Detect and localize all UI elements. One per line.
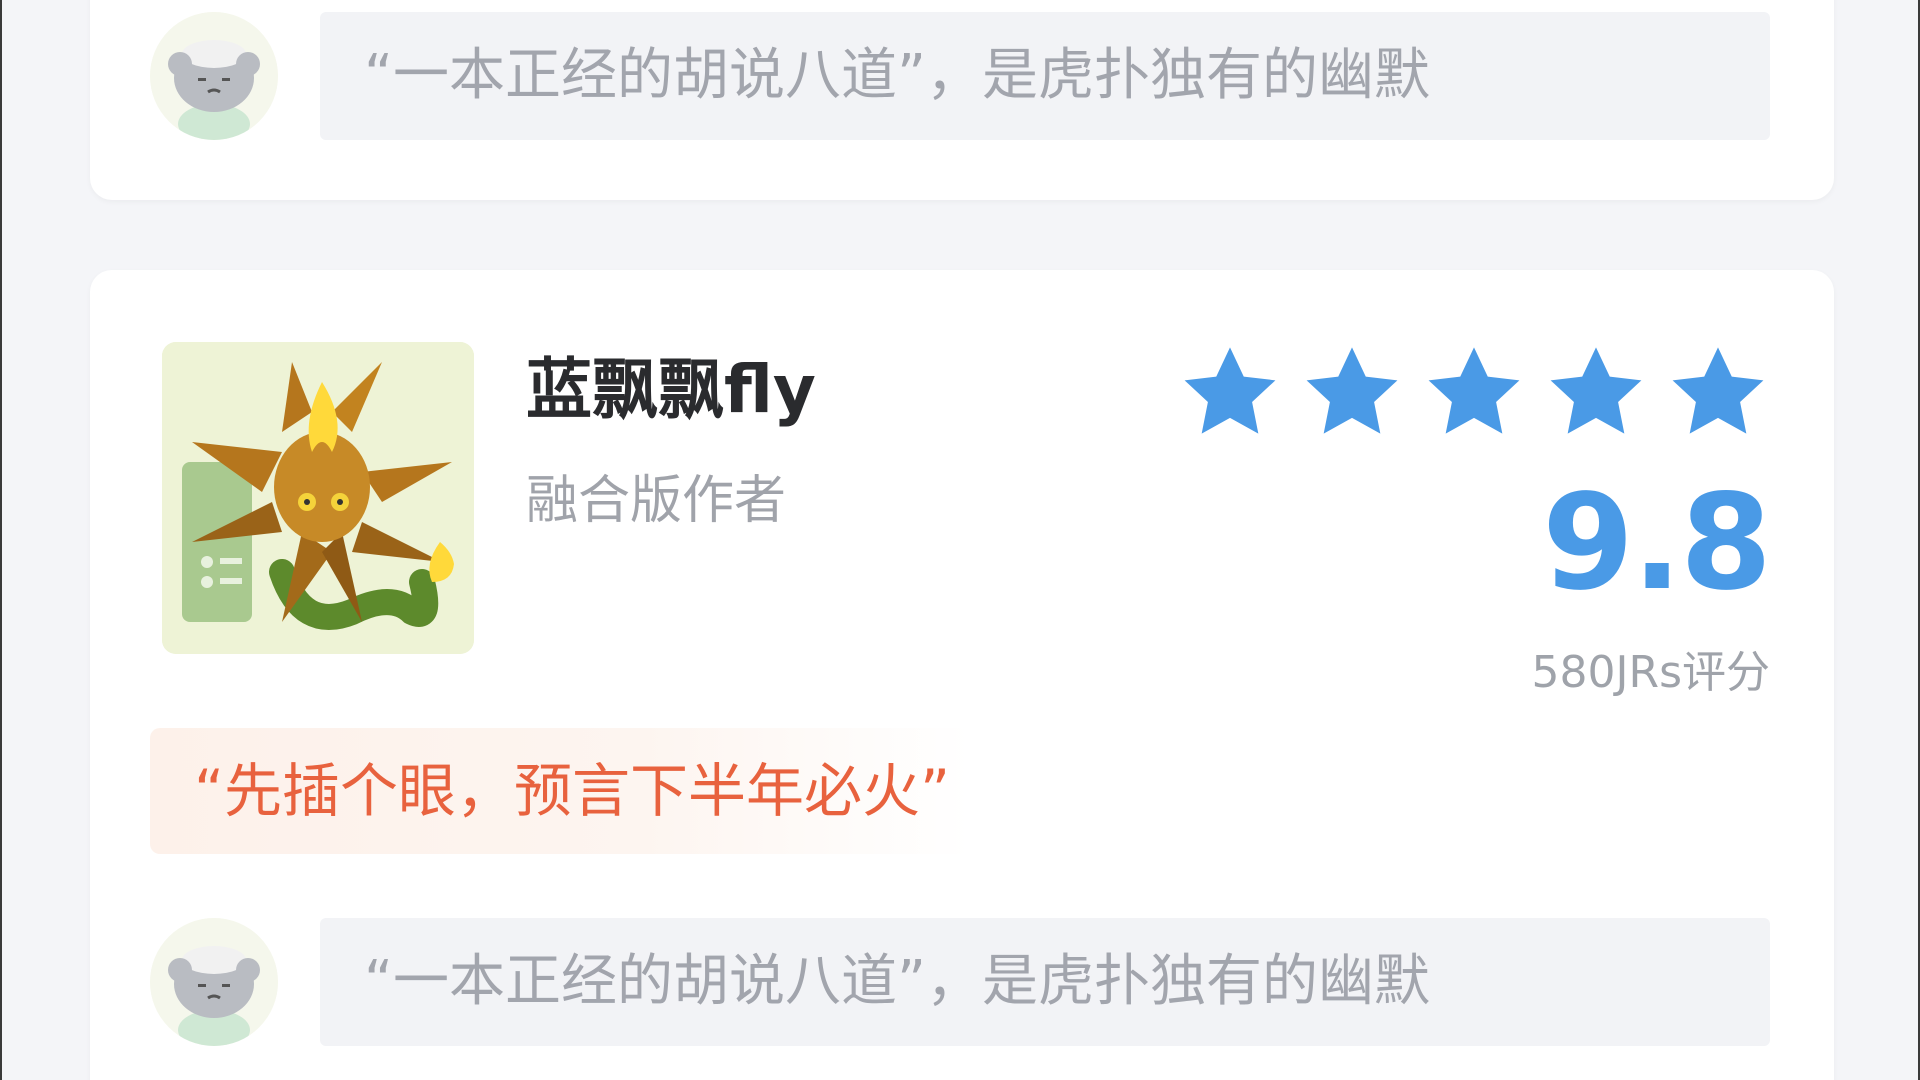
star-icon [1668, 344, 1768, 440]
quote-text: “先插个眼，预言下半年必火” [194, 757, 951, 825]
comment-text: “一本正经的胡说八道”，是虎扑独有的幽默 [364, 43, 1431, 108]
cat-avatar-icon[interactable] [150, 918, 278, 1046]
star-icon [1424, 344, 1524, 440]
app-subtitle: 融合版作者 [526, 471, 787, 531]
comment-row[interactable]: “一本正经的胡说八道”，是虎扑独有的幽默 [150, 918, 1774, 1048]
fire-lotus-plant-icon[interactable] [162, 342, 474, 654]
rating-count: 580JRs评分 [1531, 647, 1770, 698]
comment-input-box[interactable]: “一本正经的胡说八道”，是虎扑独有的幽默 [320, 918, 1770, 1046]
review-card-top[interactable]: “一本正经的胡说八道”，是虎扑独有的幽默 [90, 0, 1834, 200]
star-icon [1546, 344, 1646, 440]
app-name[interactable]: 蓝飘飘fly [526, 336, 816, 432]
star-icon [1180, 344, 1280, 440]
review-card[interactable]: 蓝飘飘fly 融合版作者 9.8 580JRs评分 “先插个眼，预言下半年必火” [90, 270, 1834, 1080]
star-rating [1180, 344, 1768, 440]
star-icon [1302, 344, 1402, 440]
cat-avatar-icon[interactable] [150, 12, 278, 140]
highlight-quote: “先插个眼，预言下半年必火” [150, 728, 970, 854]
comment-row[interactable]: “一本正经的胡说八道”，是虎扑独有的幽默 [150, 12, 1774, 142]
rating-score: 9.8 [1542, 466, 1772, 620]
comment-input-box[interactable]: “一本正经的胡说八道”，是虎扑独有的幽默 [320, 12, 1770, 140]
comment-text: “一本正经的胡说八道”，是虎扑独有的幽默 [364, 949, 1431, 1014]
screen: “一本正经的胡说八道”，是虎扑独有的幽默 蓝飘飘fly 融合版作者 9.8 58… [0, 0, 1920, 1080]
